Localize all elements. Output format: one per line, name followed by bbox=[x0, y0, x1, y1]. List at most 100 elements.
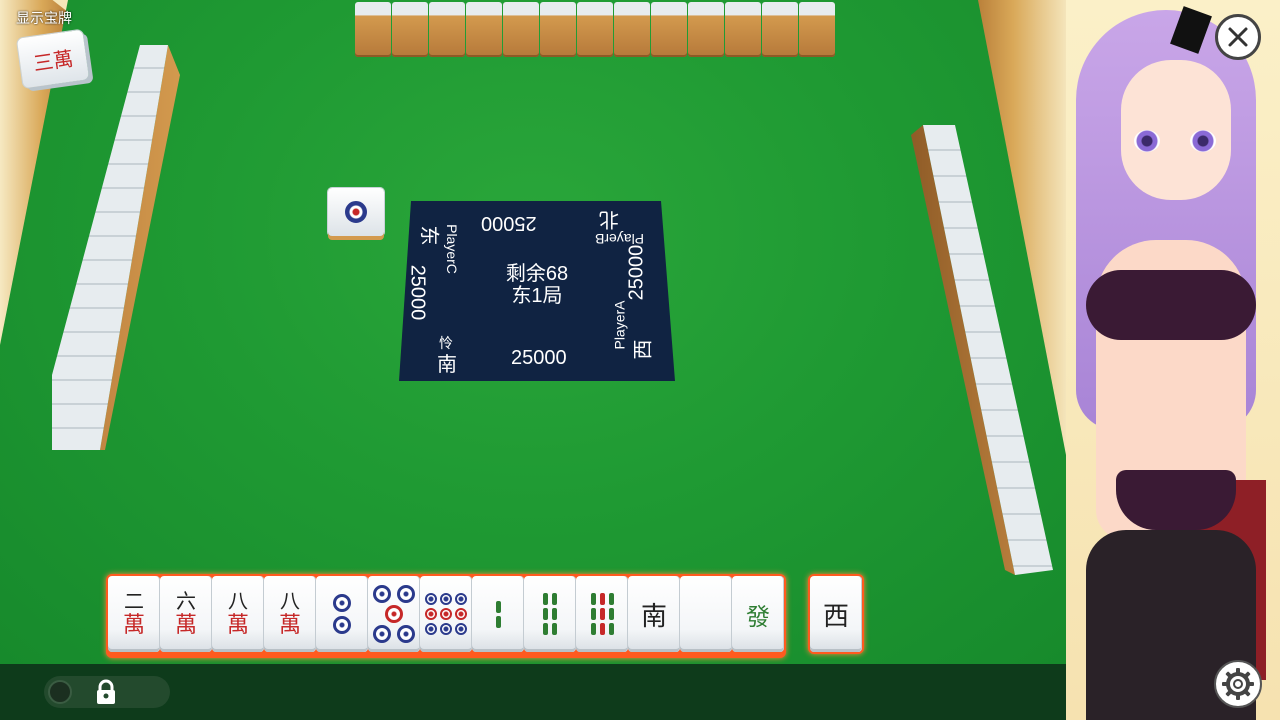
hand-tile[interactable] bbox=[420, 576, 472, 652]
lock-icon bbox=[97, 679, 115, 704]
wall-top bbox=[355, 2, 835, 57]
circle-dot-icon bbox=[373, 625, 391, 643]
hand-tile[interactable]: 八萬 bbox=[264, 576, 316, 652]
wall-tile bbox=[355, 2, 391, 57]
circle-dot-icon bbox=[373, 585, 391, 603]
auto-lock-toggle[interactable] bbox=[44, 676, 170, 708]
hand-tile[interactable] bbox=[472, 576, 524, 652]
tile-honor: 西 bbox=[822, 600, 849, 631]
portrait-top bbox=[1086, 270, 1256, 340]
wall-right bbox=[905, 125, 1055, 575]
wall-tile bbox=[725, 2, 761, 57]
bamboo-stick-icon bbox=[599, 608, 605, 620]
wall-left bbox=[50, 45, 180, 450]
hand-tile[interactable] bbox=[576, 576, 628, 652]
tile-number: 八 bbox=[280, 591, 300, 613]
circle-dot-icon bbox=[440, 608, 452, 620]
right-player-score: 25000 bbox=[625, 244, 648, 301]
circle-dot-icon bbox=[425, 608, 437, 620]
hand-tile[interactable]: 發 bbox=[732, 576, 784, 652]
bamboo-stick-icon bbox=[599, 623, 605, 635]
bamboo-stick-icon bbox=[552, 623, 557, 635]
portrait-face bbox=[1121, 60, 1231, 200]
left-player-wind: 东 bbox=[417, 225, 440, 246]
wall-tile bbox=[688, 2, 724, 57]
close-button[interactable] bbox=[1215, 14, 1261, 60]
circle-dot-icon bbox=[455, 593, 467, 605]
bamboo-stick-icon bbox=[599, 593, 605, 605]
bamboo-stick-icon bbox=[543, 608, 548, 620]
bamboo-stick-icon bbox=[552, 608, 557, 620]
toggle-knob[interactable] bbox=[48, 680, 72, 704]
bamboo-stick-icon bbox=[590, 608, 596, 620]
circle-dot-icon bbox=[455, 608, 467, 620]
top-player-score: 25000 bbox=[481, 212, 537, 234]
wall-tile bbox=[577, 2, 613, 57]
hand-tile[interactable] bbox=[680, 576, 732, 652]
bamboo-stick-icon bbox=[608, 593, 614, 605]
bamboo-stick-icon bbox=[590, 623, 596, 635]
tile-number: 二 bbox=[124, 591, 144, 613]
tile-honor: 發 bbox=[746, 603, 770, 631]
settings-button[interactable] bbox=[1214, 660, 1262, 708]
wall-tile bbox=[503, 2, 539, 57]
circle-suit-icon bbox=[373, 585, 415, 643]
circle-dot-icon bbox=[385, 605, 403, 623]
center-info-panel: 剩余68 东1局 怜 南 25000 25000 PlayerB 北 东 Pla… bbox=[399, 201, 675, 381]
hand-tile[interactable]: 八萬 bbox=[212, 576, 264, 652]
portrait-eye bbox=[1134, 130, 1160, 152]
drawn-tile-slot: 西 bbox=[808, 574, 864, 654]
wall-tile bbox=[762, 2, 798, 57]
circle-suit-icon bbox=[425, 593, 467, 635]
tile-suit: 萬 bbox=[122, 612, 145, 637]
hand-tile[interactable]: 西 bbox=[810, 576, 862, 652]
left-player-score: 25000 bbox=[406, 264, 429, 321]
circle-dot-icon bbox=[333, 594, 351, 612]
discarded-tile bbox=[328, 188, 384, 236]
close-icon bbox=[1228, 27, 1248, 47]
circle-dot-icon bbox=[425, 623, 437, 635]
wall-tile bbox=[392, 2, 428, 57]
wall-tile bbox=[614, 2, 650, 57]
right-player-name: PlayerA bbox=[611, 300, 628, 350]
circle-dot-icon bbox=[397, 625, 415, 643]
hand-tile[interactable]: 六萬 bbox=[160, 576, 212, 652]
one-circle-icon bbox=[345, 201, 367, 223]
wall-tile bbox=[429, 2, 465, 57]
bamboo-stick-icon bbox=[552, 593, 557, 605]
bamboo-stick-icon bbox=[495, 615, 501, 628]
wall-tile bbox=[466, 2, 502, 57]
bamboo-stick-icon bbox=[543, 623, 548, 635]
wall-tile bbox=[799, 2, 835, 57]
wall-tile bbox=[651, 2, 687, 57]
left-player-name: PlayerC bbox=[443, 224, 460, 274]
player-hand: 二萬六萬八萬八萬南發 bbox=[106, 574, 786, 658]
circle-dot-icon bbox=[425, 593, 437, 605]
circle-dot-icon bbox=[440, 623, 452, 635]
bamboo-suit-icon bbox=[495, 600, 501, 628]
wall-tile bbox=[540, 2, 576, 57]
tile-suit: 萬 bbox=[278, 612, 301, 637]
bamboo-stick-icon bbox=[495, 600, 501, 613]
circle-dot-icon bbox=[440, 593, 452, 605]
bamboo-suit-icon bbox=[543, 593, 557, 635]
hand-tile[interactable]: 南 bbox=[628, 576, 680, 652]
hand-tile[interactable] bbox=[524, 576, 576, 652]
gear-icon bbox=[1222, 668, 1254, 700]
bottom-player-score: 25000 bbox=[511, 347, 567, 369]
bamboo-stick-icon bbox=[608, 623, 614, 635]
circle-dot-icon bbox=[455, 623, 467, 635]
right-player-wind: 西 bbox=[632, 339, 655, 360]
circle-dot-icon bbox=[397, 585, 415, 603]
bottom-player-wind: 南 bbox=[437, 354, 457, 376]
hand-tile[interactable] bbox=[316, 576, 368, 652]
bamboo-stick-icon bbox=[543, 593, 548, 605]
hand-tile[interactable] bbox=[368, 576, 420, 652]
tile-number: 八 bbox=[228, 591, 248, 613]
tile-number: 六 bbox=[176, 591, 196, 613]
hand-tile[interactable]: 二萬 bbox=[108, 576, 160, 652]
bamboo-suit-icon bbox=[590, 593, 614, 635]
circle-suit-icon bbox=[333, 594, 351, 634]
dora-label: 显示宝牌 bbox=[16, 10, 72, 26]
circle-dot-icon bbox=[333, 616, 351, 634]
